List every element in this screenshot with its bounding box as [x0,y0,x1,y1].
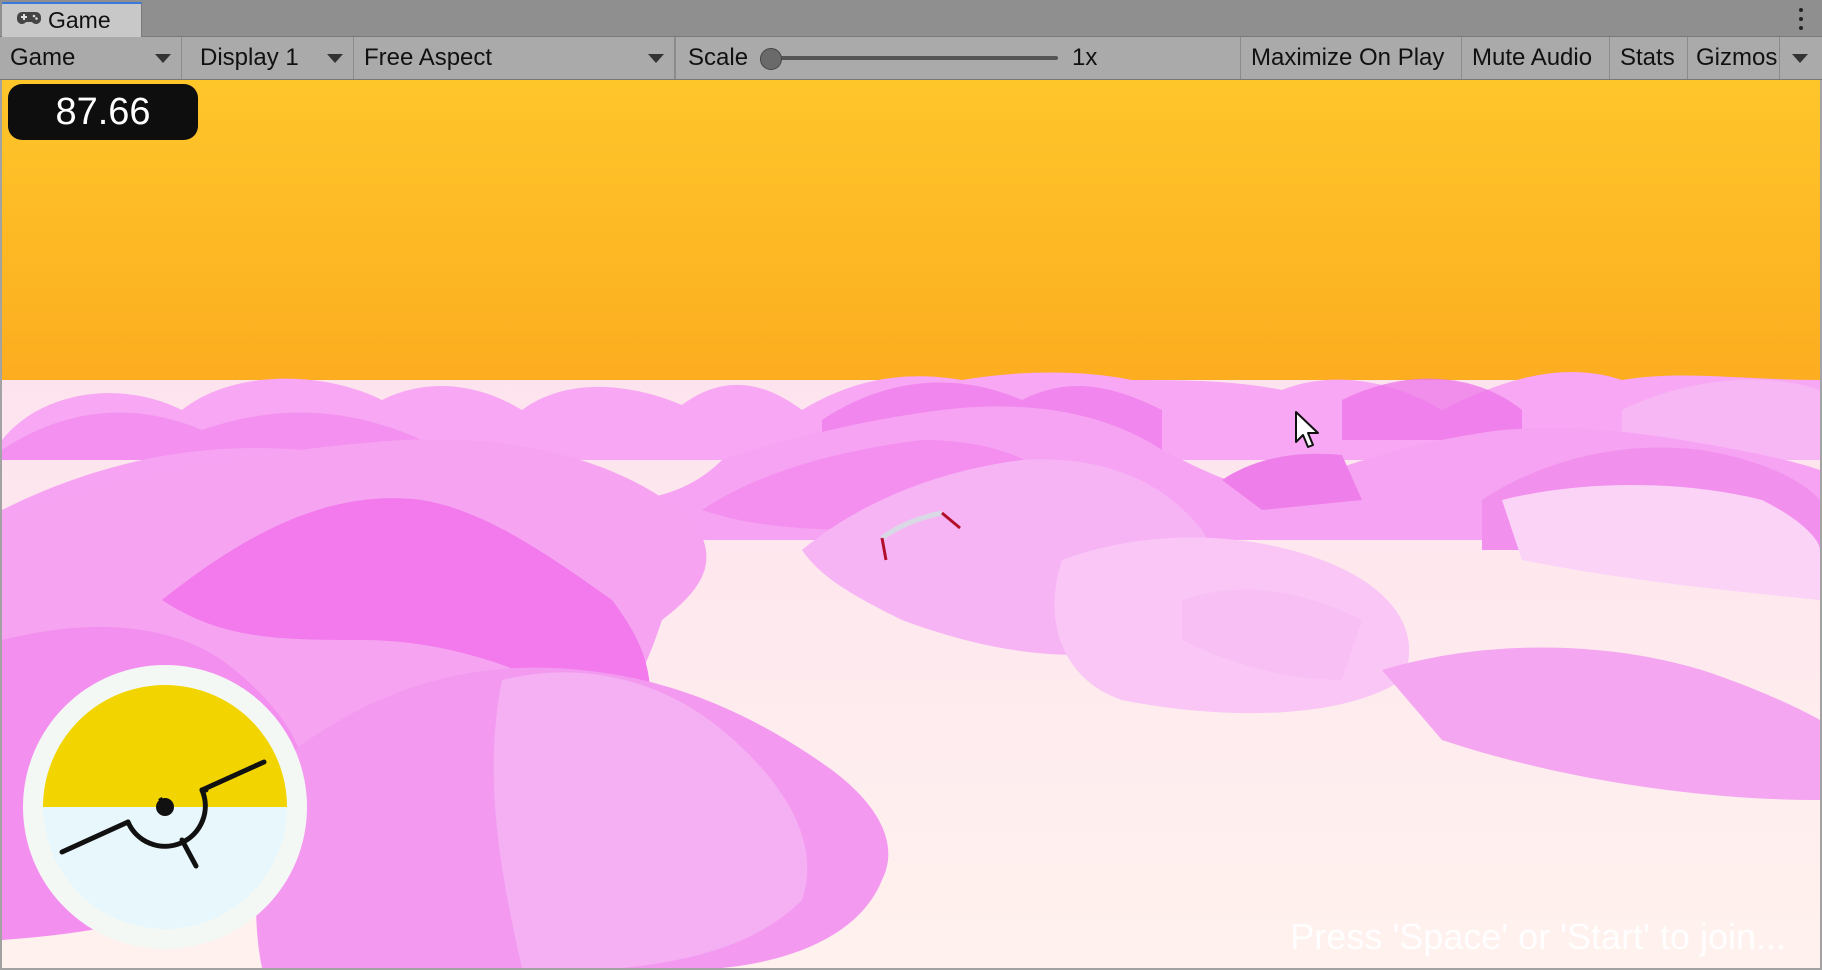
stats-toggle[interactable]: Stats [1610,37,1688,79]
gizmos-dropdown[interactable] [1780,37,1820,79]
view-mode-label: Game [10,44,76,71]
chevron-down-icon [327,54,343,63]
attitude-indicator-icon [20,662,310,952]
chevron-down-icon [1792,54,1808,63]
scale-slider-handle[interactable] [760,48,783,70]
display-dropdown[interactable]: Display 1 [182,37,354,79]
sky [2,80,1820,420]
gamepad-icon [16,10,42,31]
scale-label: Scale [688,44,749,71]
scale-control: Scale 1x [676,37,1241,79]
scale-value: 1x [1072,44,1098,71]
scale-slider[interactable] [760,48,1059,70]
aspect-label: Free Aspect [364,44,493,71]
maximize-on-play-toggle[interactable]: Maximize On Play [1241,37,1462,79]
maximize-on-play-label: Maximize On Play [1251,44,1445,71]
gizmos-toggle[interactable]: Gizmos [1688,37,1780,79]
game-window: Game Game Display 1 Free Aspect Scale 1x… [0,0,1822,970]
stats-label: Stats [1620,44,1675,71]
tab-game[interactable]: Game [2,2,142,37]
aspect-dropdown[interactable]: Free Aspect [354,37,676,79]
chevron-down-icon [648,54,664,63]
mute-audio-toggle[interactable]: Mute Audio [1462,37,1610,79]
game-toolbar: Game Display 1 Free Aspect Scale 1x Maxi… [0,37,1822,80]
tab-game-label: Game [48,7,111,33]
mute-audio-label: Mute Audio [1472,44,1593,71]
join-prompt: Press 'Space' or 'Start' to join... [1290,916,1786,957]
kebab-menu-icon[interactable] [1798,8,1804,30]
tab-strip: Game [0,0,1822,37]
game-viewport[interactable]: 87.66 Press 'Space' or 'Start' to join..… [2,80,1820,968]
view-mode-dropdown[interactable]: Game [0,37,182,79]
race-timer: 87.66 [8,84,198,140]
mouse-cursor-icon [1294,410,1320,450]
display-label: Display 1 [200,44,299,71]
chevron-down-icon [155,54,171,63]
gizmos-label: Gizmos [1696,44,1778,71]
